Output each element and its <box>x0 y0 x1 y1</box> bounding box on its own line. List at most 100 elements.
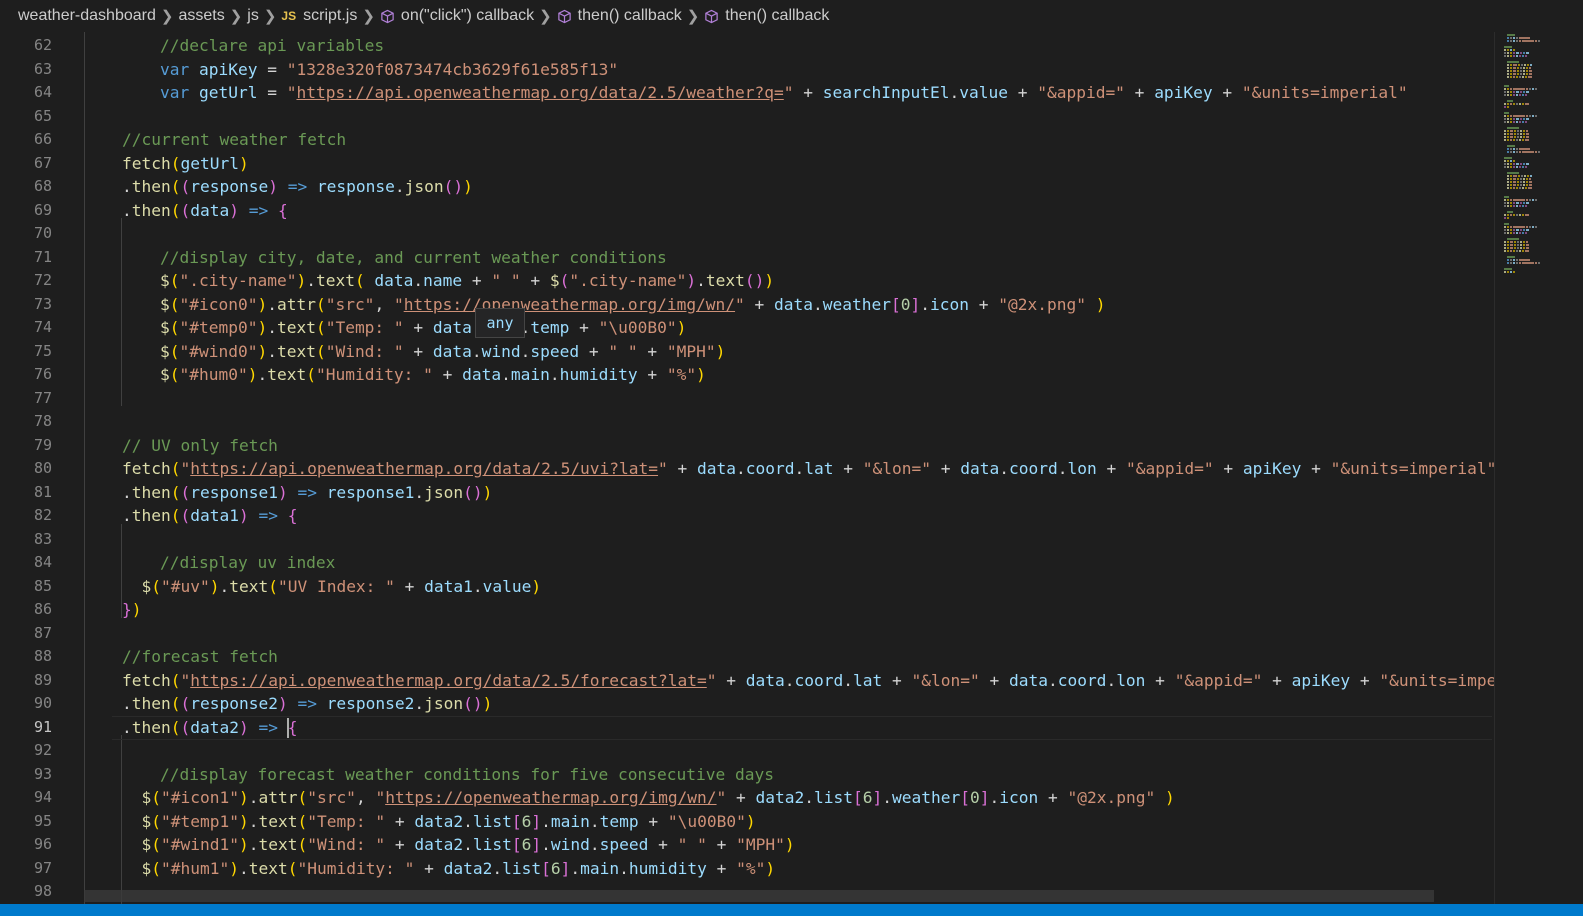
code-line[interactable]: }) <box>122 598 142 622</box>
code-token: ( <box>297 811 308 831</box>
minimap-line <box>1513 205 1515 207</box>
line-number[interactable]: 75 <box>0 340 52 364</box>
code-line[interactable]: $("#icon1").attr("src", "https://openwea… <box>122 786 1174 810</box>
code-line[interactable]: //display forecast weather conditions fo… <box>160 763 774 787</box>
line-number[interactable]: 66 <box>0 128 52 152</box>
line-number[interactable]: 86 <box>0 598 52 622</box>
minimap-line <box>1507 217 1509 219</box>
line-number[interactable]: 71 <box>0 246 52 270</box>
line-number[interactable]: 94 <box>0 786 52 810</box>
code-line[interactable]: var getUrl = "https://api.openweathermap… <box>160 81 1408 105</box>
code-token: ( <box>306 365 316 384</box>
minimap-line <box>1513 64 1517 66</box>
code-token: text <box>258 811 298 831</box>
code-line[interactable]: .then((data2) => { <box>122 716 297 740</box>
code-token: + <box>969 294 999 314</box>
line-number[interactable]: 69 <box>0 199 52 223</box>
code-line[interactable]: .then((data) => { <box>122 199 288 223</box>
line-number[interactable]: 83 <box>0 528 52 552</box>
code-line[interactable]: //current weather fetch <box>122 128 346 152</box>
code-line[interactable]: // UV only fetch <box>122 434 278 458</box>
code-line[interactable]: fetch("https://api.openweathermap.org/da… <box>122 457 1494 481</box>
line-number[interactable]: 90 <box>0 692 52 716</box>
code-token: ) <box>238 717 249 737</box>
minimap-line <box>1525 166 1527 168</box>
line-number[interactable]: 65 <box>0 105 52 129</box>
code-line[interactable]: //forecast fetch <box>122 645 278 669</box>
horizontal-scrollbar[interactable] <box>84 890 1434 902</box>
line-number[interactable]: 77 <box>0 387 52 411</box>
code-line[interactable]: //declare api variables <box>160 34 384 58</box>
line-number[interactable]: 93 <box>0 763 52 787</box>
code-line[interactable]: $("#temp1").text("Temp: " + data2.list[6… <box>122 810 755 834</box>
line-number[interactable]: 92 <box>0 739 52 763</box>
code-line[interactable]: .then((response1) => response1.json()) <box>122 481 492 505</box>
line-number[interactable]: 68 <box>0 175 52 199</box>
code-token: . <box>394 177 405 196</box>
code-line[interactable]: $(".city-name").text( data.name + " " + … <box>160 269 774 293</box>
vertical-scrollbar[interactable] <box>1568 32 1583 908</box>
code-line[interactable]: .then((data1) => { <box>122 504 297 528</box>
code-line[interactable]: $("#icon0").attr("src", "https://openwea… <box>160 293 1105 317</box>
line-number[interactable]: 70 <box>0 222 52 246</box>
code-line[interactable]: //display uv index <box>160 551 335 575</box>
code-line[interactable]: var apiKey = "1328e320f0873474cb3629f61e… <box>160 58 618 82</box>
minimap[interactable] <box>1494 32 1569 908</box>
line-number[interactable]: 85 <box>0 575 52 599</box>
line-number[interactable]: 80 <box>0 457 52 481</box>
minimap-line <box>1514 136 1516 138</box>
line-number[interactable]: 76 <box>0 363 52 387</box>
minimap-line <box>1510 88 1512 90</box>
minimap-line <box>1519 259 1530 261</box>
line-number[interactable]: 81 <box>0 481 52 505</box>
line-number[interactable]: 62 <box>0 34 52 58</box>
line-number[interactable]: 73 <box>0 293 52 317</box>
line-number-gutter[interactable]: 62 63 64 65 66 67 68 69 70 71 72 73 74 75 76 77 78 79 80 81… <box>0 32 52 908</box>
code-line[interactable]: $("#hum0").text("Humidity: " + data.main… <box>160 363 706 387</box>
line-number[interactable]: 79 <box>0 434 52 458</box>
code-token: ( <box>268 576 278 596</box>
code-editor[interactable]: //declare api variables var apiKey = "132… <box>84 32 1494 908</box>
line-number[interactable]: 74 <box>0 316 52 340</box>
line-number[interactable]: 95 <box>0 810 52 834</box>
line-number[interactable]: 96 <box>0 833 52 857</box>
minimap-line <box>1516 205 1518 207</box>
code-line[interactable]: .then((response2) => response2.json()) <box>122 692 492 716</box>
breadcrumb-item-assets[interactable]: assets <box>178 7 224 25</box>
breadcrumb-item-symbol[interactable]: on("click") callback <box>380 7 534 25</box>
code-line[interactable]: //display city, date, and current weathe… <box>160 246 667 270</box>
line-number[interactable]: 97 <box>0 857 52 881</box>
line-number[interactable]: 87 <box>0 622 52 646</box>
minimap-line <box>1517 136 1519 138</box>
line-number[interactable]: 72 <box>0 269 52 293</box>
code-line[interactable]: $("#hum1").text("Humidity: " + data2.lis… <box>122 857 775 881</box>
code-line[interactable]: $("#wind1").text("Wind: " + data2.list[6… <box>122 833 794 857</box>
minimap-line <box>1507 202 1509 204</box>
code-token: data <box>432 341 472 361</box>
line-number[interactable]: 84 <box>0 551 52 575</box>
minimap-line <box>1510 133 1513 135</box>
code-line[interactable]: fetch(getUrl) <box>122 152 249 176</box>
line-number[interactable]: 98 <box>0 880 52 904</box>
breadcrumb-item-symbol[interactable]: then() callback <box>557 7 682 25</box>
line-number[interactable]: 82 <box>0 504 52 528</box>
minimap-line <box>1516 229 1519 231</box>
code-line[interactable]: $("#temp0").text("Temp: " + data.main.te… <box>160 316 686 340</box>
line-number[interactable]: 78 <box>0 410 52 434</box>
breadcrumb-item-symbol[interactable]: then() callback <box>704 7 829 25</box>
line-number[interactable]: 63 <box>0 58 52 82</box>
code-token: ) <box>229 200 239 220</box>
code-line[interactable]: fetch("https://api.openweathermap.org/da… <box>122 669 1494 693</box>
code-token: { <box>287 717 298 737</box>
code-line[interactable]: $("#uv").text("UV Index: " + data1.value… <box>122 575 541 599</box>
breadcrumb-item-file[interactable]: JS script.js <box>281 7 357 25</box>
breadcrumb-item-js[interactable]: js <box>247 7 259 25</box>
code-line[interactable]: .then((response) => response.json()) <box>122 175 473 199</box>
line-number[interactable]: 67 <box>0 152 52 176</box>
breadcrumb-item-project[interactable]: weather-dashboard <box>18 7 156 25</box>
line-number[interactable]: 89 <box>0 669 52 693</box>
line-number[interactable]: 64 <box>0 81 52 105</box>
line-number[interactable]: 91 <box>0 716 52 740</box>
code-line[interactable]: $("#wind0").text("Wind: " + data.wind.sp… <box>160 340 725 364</box>
line-number[interactable]: 88 <box>0 645 52 669</box>
